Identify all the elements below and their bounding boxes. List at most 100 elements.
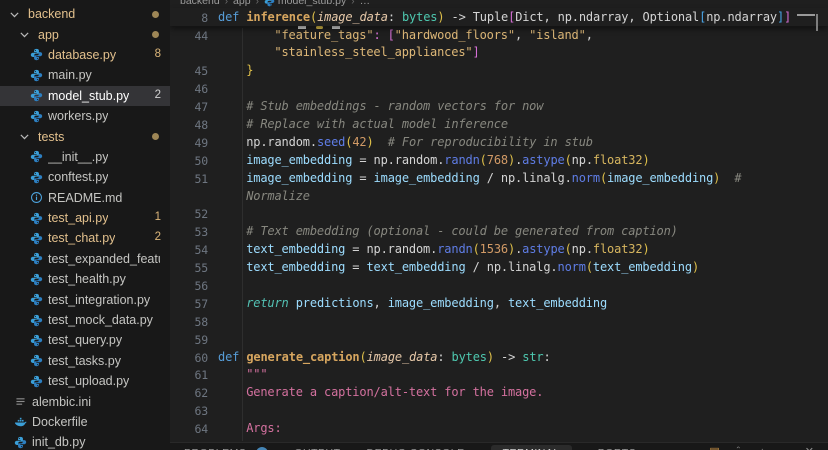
sidebar-item-readme-md[interactable]: README.md: [0, 188, 170, 208]
code-line-56[interactable]: 56: [170, 276, 828, 294]
sidebar-item-model-stub-py[interactable]: model_stub.py 2: [0, 85, 170, 106]
breadcrumb-item[interactable]: …: [360, 0, 371, 7]
panel-icon[interactable]: ✕: [805, 445, 814, 450]
code-line-62[interactable]: 62 Generate a caption/alt-text for the im…: [170, 384, 828, 402]
code-token: float32: [592, 242, 643, 257]
file-label: __init__.py: [48, 149, 109, 164]
code-token: return: [246, 295, 289, 310]
sidebar-item-test-integration-py[interactable]: test_integration.py: [0, 289, 170, 309]
sidebar-item-test-api-py[interactable]: test_api.py 1: [0, 208, 170, 228]
file-label: model_stub.py: [48, 88, 130, 103]
code-token: randn: [444, 152, 480, 167]
code-line-53[interactable]: 53 # Text embedding (optional - could be …: [170, 223, 828, 241]
panel-tab-terminal[interactable]: TERMINAL: [490, 445, 572, 450]
sidebar-item-workers-py[interactable]: workers.py: [0, 106, 170, 126]
sidebar-item--init-py[interactable]: __init__.py: [0, 147, 170, 167]
code-token: ): [691, 260, 700, 275]
code-line-50[interactable]: 50 image_embedding = np.random.randn(768)…: [170, 151, 828, 169]
code-token: Dict, np.ndarray, Optional: [515, 9, 700, 24]
code-line-52[interactable]: 52: [170, 205, 828, 223]
scrollbar-thumb[interactable]: [797, 14, 815, 16]
line-content: def inference(image_data: bytes) -> Tupl…: [218, 8, 791, 26]
line-number: [170, 44, 208, 62]
code-token: text_embedding: [507, 295, 608, 310]
panel-tab-output[interactable]: OUTPUT: [294, 444, 340, 450]
code-line-55[interactable]: 55 text_embedding = text_embedding / np.l…: [170, 259, 828, 277]
sidebar-item-test-query-py[interactable]: test_query.py: [0, 330, 170, 350]
line-content: # Stub embeddings - random vectors for n…: [218, 98, 543, 116]
sticky-scroll-header[interactable]: 8 def inference(image_data: bytes) -> Tup…: [170, 8, 828, 26]
code-token: ,: [493, 295, 508, 310]
line-content: Args:: [218, 420, 282, 438]
code-line-51[interactable]: 51 image_embedding = image_embedding / np…: [170, 169, 828, 187]
code-token: ,: [585, 27, 593, 42]
code-line-54[interactable]: 54 text_embedding = np.random.randn(1536)…: [170, 241, 828, 259]
code-line-63[interactable]: 63: [170, 402, 828, 420]
sidebar-item-test-chat-py[interactable]: test_chat.py 2: [0, 228, 170, 248]
sidebar-item-main-py[interactable]: main.py: [0, 65, 170, 85]
line-content: "stainless_steel_appliances"]: [218, 44, 479, 62]
code-lines[interactable]: 44 "feature_tags": ["hardwood_floors", "i…: [170, 26, 828, 443]
breadcrumb-separator: ›: [351, 0, 355, 7]
panel-tab-debug-console[interactable]: DEBUG CONSOLE: [367, 444, 465, 450]
code-token: "stainless_steel_appliances": [274, 45, 473, 60]
code-line-49[interactable]: 49 np.random.seed(42) # For reproducibili…: [170, 133, 828, 151]
code-line-47[interactable]: 47 # Stub embeddings - random vectors for…: [170, 98, 828, 116]
code-editor[interactable]: backend › app › model_stub.py › … 8 def inferen…: [170, 0, 828, 450]
code-token: Generate a caption/alt-text for the imag…: [246, 385, 544, 400]
code-token: "island": [529, 27, 586, 42]
code-token: """: [246, 367, 268, 382]
sidebar-item-dockerfile[interactable]: Dockerfile: [0, 412, 170, 432]
line-number: 45: [194, 64, 208, 79]
sidebar-item-database-py[interactable]: database.py 8: [0, 45, 170, 65]
sidebar-item-tests[interactable]: tests: [0, 126, 170, 146]
sidebar-item-test-health-py[interactable]: test_health.py: [0, 269, 170, 289]
code-line-9-wrap[interactable]: Normalize: [170, 187, 828, 205]
panel-tab-ports[interactable]: PORTS: [598, 444, 636, 450]
code-token: ): [642, 242, 650, 257]
sidebar-item-alembic-ini[interactable]: alembic.ini: [0, 391, 170, 411]
chevron-down-icon[interactable]: [18, 28, 31, 41]
code-token: def: [218, 9, 240, 24]
code-line-60[interactable]: 60 def generate_caption(image_data: bytes…: [170, 348, 828, 366]
breadcrumb-item[interactable]: model_stub.py: [278, 0, 346, 7]
code-line-44[interactable]: 44 "feature_tags": ["hardwood_floors", "i…: [170, 26, 828, 44]
python-file-icon: [30, 354, 43, 367]
sidebar-item-app[interactable]: app: [0, 24, 170, 44]
breadcrumb-item[interactable]: app: [233, 0, 251, 7]
code-line-sticky-8[interactable]: 8 def inference(image_data: bytes) -> Tup…: [170, 8, 828, 26]
sidebar-item-backend[interactable]: backend: [0, 4, 170, 24]
panel-icon[interactable]: ⋯: [781, 445, 792, 450]
chevron-down-icon[interactable]: [8, 8, 21, 21]
code-line-1-wrap[interactable]: "stainless_steel_appliances"]: [170, 44, 828, 62]
sidebar-item-init-db-py[interactable]: init_db.py: [0, 432, 170, 450]
code-token: np.: [571, 152, 593, 167]
breadcrumb-item[interactable]: backend: [180, 0, 220, 7]
code-line-59[interactable]: 59: [170, 330, 828, 348]
info-icon: [30, 191, 43, 204]
chevron-down-icon[interactable]: [18, 130, 31, 143]
sidebar-item-test-expanded-featur-[interactable]: test_expanded_featur…: [0, 249, 170, 269]
line-content: np.random.seed(42) # For reproducibility…: [218, 133, 593, 151]
code-line-64[interactable]: 64 Args:: [170, 420, 828, 438]
code-line-45[interactable]: 45}: [170, 62, 828, 80]
panel-icon[interactable]: ＋: [757, 445, 768, 450]
code-token: ): [486, 349, 494, 364]
python-file-icon: [30, 375, 43, 388]
list-icon: [14, 395, 27, 408]
sidebar-item-conftest-py[interactable]: conftest.py: [0, 167, 170, 187]
line-content: text_embedding = text_embedding / np.lin…: [218, 259, 699, 277]
code-line-58[interactable]: 58: [170, 312, 828, 330]
code-line-61[interactable]: 61 """: [170, 366, 828, 384]
panel-icon[interactable]: ＾: [733, 445, 744, 450]
sidebar-item-test-mock-data-py[interactable]: test_mock_data.py: [0, 310, 170, 330]
file-label: test_expanded_featur…: [48, 251, 160, 266]
panel-icon[interactable]: ▤: [709, 445, 719, 450]
sidebar-item-test-upload-py[interactable]: test_upload.py: [0, 371, 170, 391]
sidebar-item-test-tasks-py[interactable]: test_tasks.py: [0, 351, 170, 371]
panel-tab-problems[interactable]: PROBLEMS: [184, 444, 246, 450]
code-token: }: [246, 63, 254, 78]
code-line-46[interactable]: 46: [170, 80, 828, 98]
code-line-48[interactable]: 48 # Replace with actual model inference: [170, 115, 828, 133]
code-line-57[interactable]: 57 return predictions, image_embedding, t…: [170, 294, 828, 312]
